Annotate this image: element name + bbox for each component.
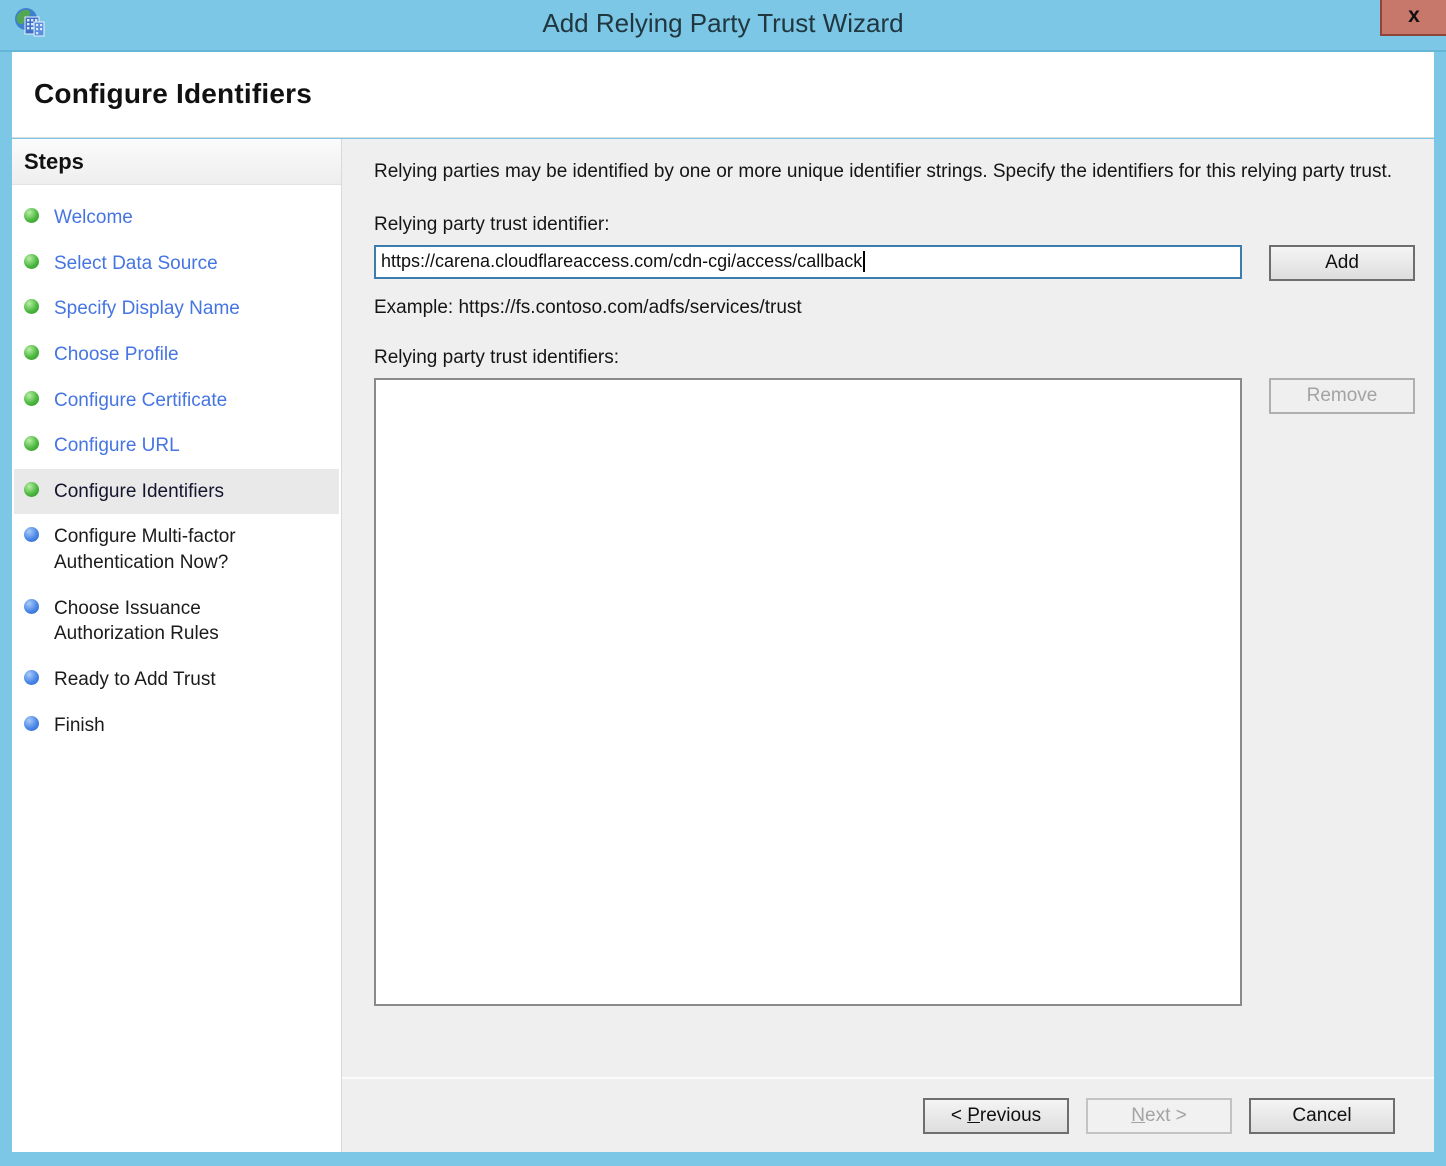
identifiers-list-label: Relying party trust identifiers: (374, 347, 1434, 369)
step-done-bullet-icon (24, 299, 39, 314)
sidebar-item-choose-issuance-authorization-rules[interactable]: Choose Issuance Authorization Rules (14, 586, 339, 657)
identifier-input-label: Relying party trust identifier: (374, 214, 1434, 236)
steps-list: Welcome Select Data Source Specify Display… (12, 185, 341, 748)
sidebar-item-label: Configure Identifiers (54, 479, 224, 505)
text-caret (863, 251, 865, 272)
next-button[interactable]: Next > (1086, 1098, 1232, 1134)
step-done-bullet-icon (24, 436, 39, 451)
steps-sidebar: Steps Welcome Select Data Source Specify D… (12, 139, 342, 1152)
previous-label-key: P (967, 1105, 980, 1126)
wizard-footer: < Previous Next > Cancel (342, 1077, 1434, 1152)
previous-label-pre: < (951, 1105, 967, 1126)
sidebar-item-configure-certificate[interactable]: Configure Certificate (14, 378, 339, 424)
step-pending-bullet-icon (24, 527, 39, 542)
window-title: Add Relying Party Trust Wizard (0, 8, 1446, 39)
sidebar-item-label: Specify Display Name (54, 296, 240, 322)
sidebar-item-label: Choose Profile (54, 342, 179, 368)
step-pending-bullet-icon (24, 670, 39, 685)
previous-label-rest: revious (980, 1105, 1041, 1126)
step-done-bullet-icon (24, 208, 39, 223)
step-done-bullet-icon (24, 254, 39, 269)
add-relying-party-trust-wizard-window: { "window": { "title": "Add Relying Part… (0, 0, 1446, 1166)
intro-text: Relying parties may be identified by one… (374, 159, 1406, 186)
main-content: Relying parties may be identified by one… (342, 139, 1434, 1077)
sidebar-item-specify-display-name[interactable]: Specify Display Name (14, 286, 339, 332)
sidebar-item-choose-profile[interactable]: Choose Profile (14, 332, 339, 378)
sidebar-item-label: Configure URL (54, 433, 180, 459)
next-label-key: N (1131, 1105, 1145, 1126)
next-label-rest: ext > (1145, 1105, 1187, 1126)
identifier-input-value: https://carena.cloudflareaccess.com/cdn-… (381, 251, 862, 272)
page-title: Configure Identifiers (34, 78, 1434, 110)
sidebar-item-label: Welcome (54, 205, 133, 231)
steps-heading: Steps (12, 139, 341, 185)
sidebar-item-configure-url[interactable]: Configure URL (14, 423, 339, 469)
sidebar-item-select-data-source[interactable]: Select Data Source (14, 241, 339, 287)
identifiers-list-row: Remove (374, 378, 1434, 1006)
example-text: Example: https://fs.contoso.com/adfs/ser… (374, 297, 1434, 319)
sidebar-item-finish[interactable]: Finish (14, 703, 339, 749)
step-pending-bullet-icon (24, 599, 39, 614)
sidebar-item-label: Configure Multi-factor Authentication No… (54, 524, 299, 575)
sidebar-item-welcome[interactable]: Welcome (14, 195, 339, 241)
previous-button[interactable]: < Previous (923, 1098, 1069, 1134)
titlebar: Add Relying Party Trust Wizard x (0, 0, 1446, 52)
sidebar-item-label: Ready to Add Trust (54, 667, 216, 693)
sidebar-item-label: Configure Certificate (54, 388, 227, 414)
step-pending-bullet-icon (24, 716, 39, 731)
main-panel: Relying parties may be identified by one… (342, 139, 1434, 1152)
add-button[interactable]: Add (1269, 245, 1415, 281)
identifier-input-row: https://carena.cloudflareaccess.com/cdn-… (374, 245, 1434, 281)
sidebar-item-ready-to-add-trust[interactable]: Ready to Add Trust (14, 657, 339, 703)
identifiers-listbox[interactable] (374, 378, 1242, 1006)
sidebar-item-label: Choose Issuance Authorization Rules (54, 596, 299, 647)
cancel-button[interactable]: Cancel (1249, 1098, 1395, 1134)
close-button[interactable]: x (1380, 0, 1446, 36)
step-done-bullet-icon (24, 391, 39, 406)
sidebar-item-configure-multi-factor-authentication-now[interactable]: Configure Multi-factor Authentication No… (14, 514, 339, 585)
step-done-bullet-icon (24, 345, 39, 360)
sidebar-item-configure-identifiers[interactable]: Configure Identifiers (14, 469, 339, 515)
step-done-bullet-icon (24, 482, 39, 497)
page-header: Configure Identifiers (12, 52, 1434, 138)
sidebar-item-label: Finish (54, 713, 105, 739)
sidebar-item-label: Select Data Source (54, 251, 218, 277)
identifier-input[interactable]: https://carena.cloudflareaccess.com/cdn-… (374, 245, 1242, 279)
content-row: Steps Welcome Select Data Source Specify D… (12, 139, 1434, 1152)
remove-button[interactable]: Remove (1269, 378, 1415, 414)
